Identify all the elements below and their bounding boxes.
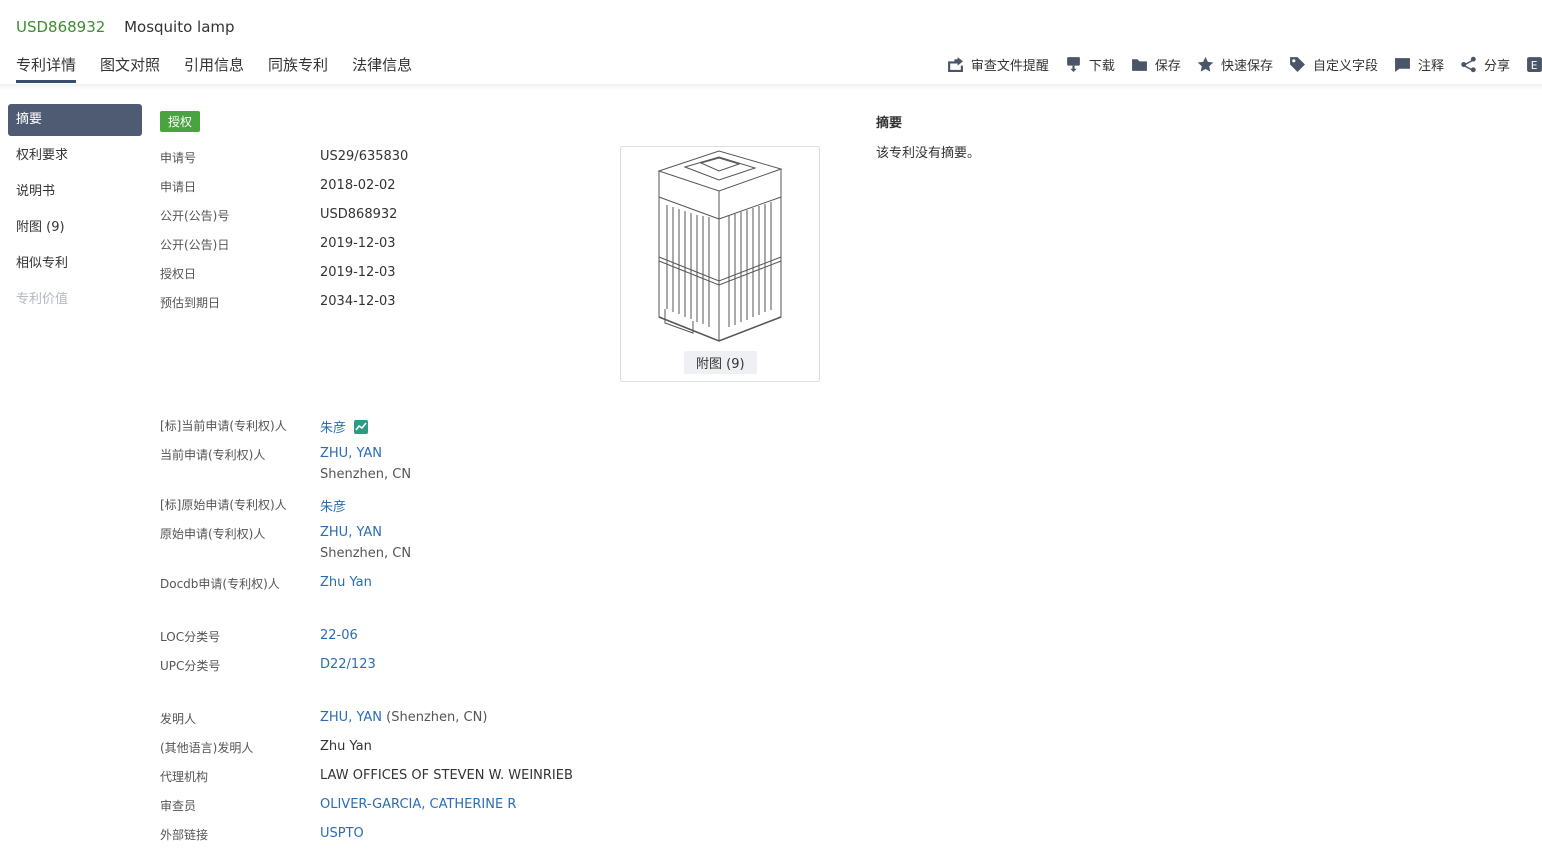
loc-class-label: LOC分类号 — [160, 630, 221, 644]
figure-count-button[interactable]: 附图 (9) — [684, 351, 757, 374]
export-icon: E — [1527, 57, 1542, 72]
header-divider — [0, 84, 1542, 90]
inventor-row: ZHU, YAN (Shenzhen, CN) — [320, 710, 487, 725]
std-original-applicant-label: [标]原始申请(专利权)人 — [160, 498, 287, 512]
tag-icon — [1290, 57, 1305, 72]
custom-fields-label: 自定义字段 — [1312, 59, 1378, 74]
std-current-applicant-link[interactable]: 朱彦 — [320, 421, 346, 436]
nav-abstract[interactable]: 摘要 — [8, 104, 142, 136]
inventor-label: 发明人 — [160, 712, 197, 726]
mail-alert-icon — [947, 57, 963, 72]
tab-family[interactable]: 同族专利 — [268, 54, 328, 83]
agency-value: LAW OFFICES OF STEVEN W. WEINRIEB — [320, 768, 573, 783]
star-icon — [1197, 56, 1214, 72]
inventor-location: (Shenzhen, CN) — [386, 710, 488, 725]
current-applicant-link[interactable]: ZHU, YAN — [320, 446, 382, 461]
uspto-link[interactable]: USPTO — [320, 826, 364, 841]
external-link-label: 外部链接 — [160, 828, 209, 842]
download-button[interactable]: 下载 — [1065, 55, 1115, 74]
pub-date-label: 公开(公告)日 — [160, 238, 230, 252]
upc-class-link[interactable]: D22/123 — [320, 657, 376, 672]
docdb-applicant-label: Docdb申请(专利权)人 — [160, 577, 280, 591]
share-button[interactable]: 分享 — [1460, 55, 1510, 74]
annotate-button[interactable]: 注释 — [1394, 55, 1444, 74]
nav-patent-value: 专利价值 — [16, 292, 69, 307]
review-reminder-button[interactable]: 审查文件提醒 — [947, 55, 1049, 74]
download-label: 下载 — [1088, 59, 1115, 74]
comment-icon — [1395, 58, 1410, 72]
abstract-heading: 摘要 — [876, 116, 903, 131]
save-label: 保存 — [1154, 59, 1181, 74]
expiry-date-value: 2034-12-03 — [320, 294, 396, 309]
save-button[interactable]: 保存 — [1131, 55, 1181, 74]
company-chart-icon[interactable] — [354, 420, 369, 434]
annotate-label: 注释 — [1417, 59, 1444, 74]
status-badge: 授权 — [160, 111, 201, 132]
inventor-other-value: Zhu Yan — [320, 739, 372, 754]
examiner-link[interactable]: OLIVER-GARCIA, CATHERINE R — [320, 797, 516, 812]
nav-claims[interactable]: 权利要求 — [8, 140, 142, 172]
app-date-label: 申请日 — [160, 180, 197, 194]
quick-save-label: 快速保存 — [1220, 59, 1273, 74]
folder-icon — [1131, 59, 1147, 71]
download-icon — [1067, 57, 1080, 72]
app-date-value: 2018-02-02 — [320, 178, 396, 193]
figure-thumbnail[interactable]: 附图 (9) — [620, 146, 820, 382]
pub-no-label: 公开(公告)号 — [160, 209, 230, 223]
tab-figure-text[interactable]: 图文对照 — [100, 54, 160, 83]
original-applicant-location: Shenzhen, CN — [320, 546, 412, 561]
quick-save-button[interactable]: 快速保存 — [1197, 55, 1273, 74]
share-icon — [1461, 56, 1476, 73]
review-reminder-label: 审查文件提醒 — [970, 59, 1049, 74]
page-title: USD868932 Mosquito lamp — [16, 18, 235, 36]
custom-fields-button[interactable]: 自定义字段 — [1289, 55, 1378, 74]
upc-class-label: UPC分类号 — [160, 659, 221, 673]
mosquito-lamp-drawing — [657, 150, 783, 342]
current-applicant-location: Shenzhen, CN — [320, 467, 412, 482]
nav-figures[interactable]: 附图 (9) — [8, 212, 142, 244]
std-current-applicant-label: [标]当前申请(专利权)人 — [160, 419, 287, 433]
current-applicant-label: 当前申请(专利权)人 — [160, 448, 266, 462]
inventor-other-label: (其他语言)发明人 — [160, 741, 254, 755]
app-no-label: 申请号 — [160, 151, 197, 165]
share-label: 分享 — [1483, 59, 1510, 74]
export-button[interactable]: E — [1526, 56, 1542, 73]
toolbar: 审查文件提醒 下载 保存 快速保存 自定义字段 注释 分享 E — [931, 55, 1542, 74]
expiry-date-label: 预估到期日 — [160, 296, 221, 310]
grant-date-value: 2019-12-03 — [320, 265, 396, 280]
inventor-link[interactable]: ZHU, YAN — [320, 710, 382, 725]
patent-title: Mosquito lamp — [124, 18, 235, 36]
abstract-text: 该专利没有摘要。 — [876, 146, 981, 161]
std-original-applicant-link[interactable]: 朱彦 — [320, 496, 346, 515]
loc-class-link[interactable]: 22-06 — [320, 628, 358, 643]
original-applicant-label: 原始申请(专利权)人 — [160, 527, 266, 541]
tab-patent-details[interactable]: 专利详情 — [16, 54, 77, 83]
pub-date-value: 2019-12-03 — [320, 236, 396, 251]
original-applicant-link[interactable]: ZHU, YAN — [320, 525, 382, 540]
pub-no-value: USD868932 — [320, 207, 398, 222]
tab-citations[interactable]: 引用信息 — [184, 54, 244, 83]
docdb-applicant-link[interactable]: Zhu Yan — [320, 575, 372, 590]
nav-description[interactable]: 说明书 — [8, 176, 142, 208]
nav-similar-patents[interactable]: 相似专利 — [8, 248, 142, 280]
detail-tabs: 专利详情 图文对照 引用信息 同族专利 法律信息 — [16, 54, 436, 83]
export-icon-letter: E — [1531, 59, 1538, 72]
app-no-value: US29/635830 — [320, 149, 409, 164]
agency-label: 代理机构 — [160, 770, 209, 784]
examiner-label: 审查员 — [160, 799, 197, 813]
tab-legal[interactable]: 法律信息 — [352, 54, 412, 83]
grant-date-label: 授权日 — [160, 267, 197, 281]
patent-number: USD868932 — [16, 18, 106, 36]
std-current-applicant-row: 朱彦 — [320, 417, 369, 436]
section-nav: 摘要 权利要求 说明书 附图 (9) 相似专利 专利价值 — [8, 104, 142, 320]
